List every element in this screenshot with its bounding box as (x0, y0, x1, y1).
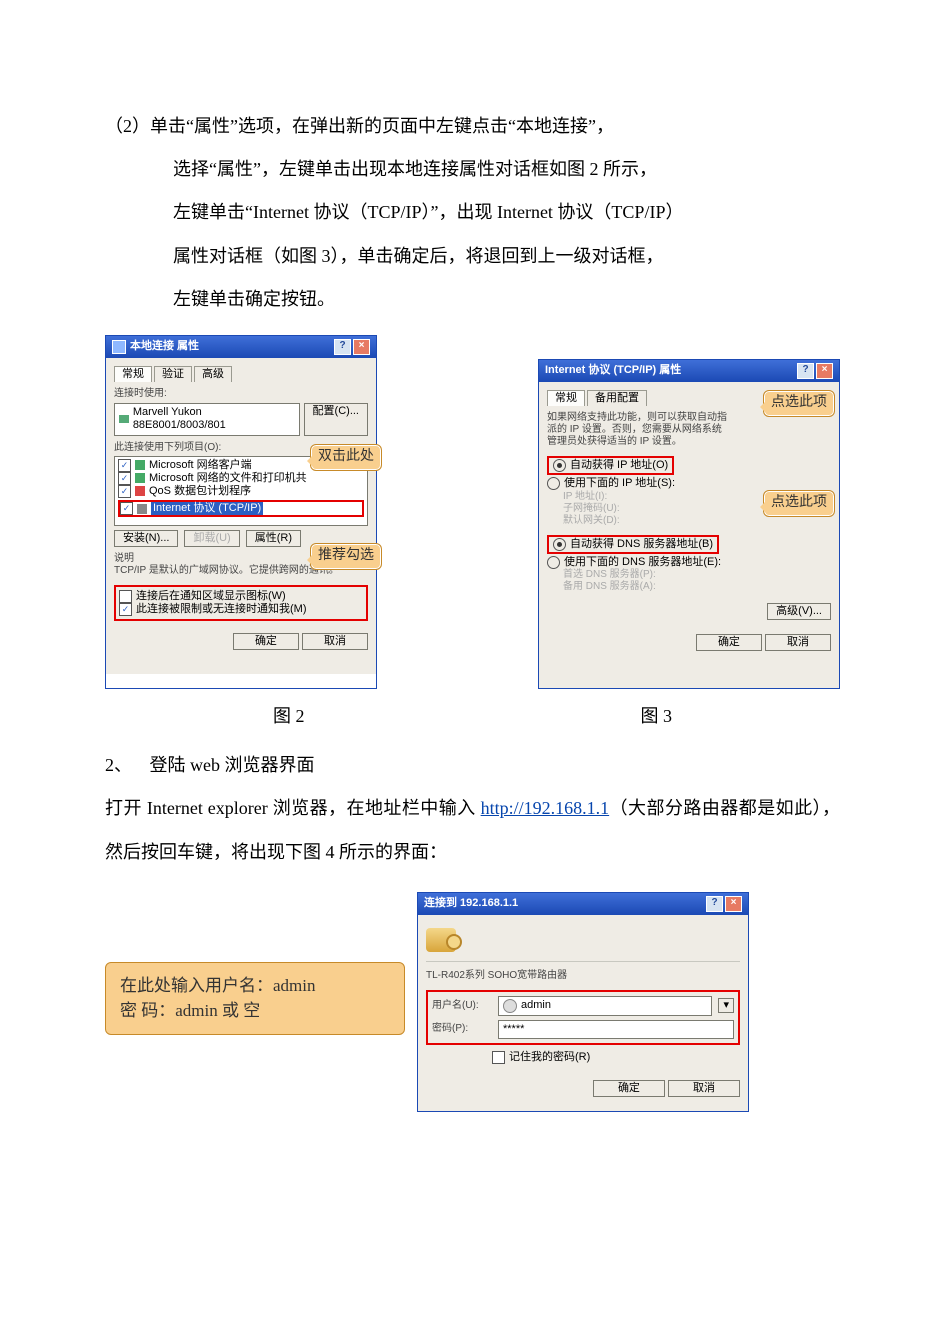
tab-alt[interactable]: 备用配置 (587, 390, 647, 406)
caption-fig2: 图 2 (273, 695, 305, 738)
adapter-field: Marvell Yukon 88E8001/8003/801 (114, 403, 300, 435)
callout-select-dns: 点选此项 (763, 490, 835, 517)
password-field[interactable]: ***** (498, 1020, 734, 1039)
notify-icon-checkbox[interactable]: 连接后在通知区域显示图标(W) (119, 590, 363, 603)
manual-ip-radio[interactable]: 使用下面的 IP 地址(S): (547, 477, 831, 490)
close-icon[interactable]: × (816, 363, 833, 379)
tab-general[interactable]: 常规 (114, 366, 152, 382)
fig3-desc: 如果网络支持此功能，则可以获取自动指派的 IP 设置。否则，您需要从网络系统管理… (547, 412, 727, 448)
section-2-paragraph: 打开 Internet explorer 浏览器，在地址栏中输入 http://… (105, 787, 840, 873)
network-icon (112, 340, 126, 354)
connect-using-label: 连接时使用: (114, 388, 368, 400)
manual-dns-radio[interactable]: 使用下面的 DNS 服务器地址(E): (547, 556, 831, 569)
router-url-link[interactable]: http://192.168.1.1 (481, 798, 610, 818)
configure-button[interactable]: 配置(C)... (304, 403, 368, 435)
figure-3-dialog: Internet 协议 (TCP/IP) 属性 ? × 常规 备用配置 如果网络… (538, 359, 840, 689)
username-label: 用户名(U): (432, 1000, 492, 1012)
adapter-icon (119, 415, 129, 423)
tab-general[interactable]: 常规 (547, 390, 585, 406)
tab-auth[interactable]: 验证 (154, 366, 192, 382)
close-icon[interactable]: × (725, 896, 742, 912)
user-icon (503, 999, 517, 1013)
login-credential-callout: 在此处输入用户名：admin 密 码：admin 或 空 (105, 962, 405, 1035)
properties-button[interactable]: 属性(R) (246, 530, 301, 547)
uninstall-button: 卸载(U) (184, 530, 239, 547)
fig2-titlebar: 本地连接 属性 ? × (106, 336, 376, 358)
help-icon[interactable]: ? (797, 363, 814, 379)
callout-select-ip: 点选此项 (763, 390, 835, 417)
instruction-step-2: （2）单击“属性”选项，在弹出新的页面中左键点击“本地连接”， 选择“属性”，左… (105, 105, 840, 321)
section-2-number: 2、 (105, 744, 145, 787)
tcpip-item[interactable]: Internet 协议 (TCP/IP) (151, 502, 263, 515)
product-label: TL-R402系列 SOHO宽带路由器 (426, 970, 740, 982)
install-button[interactable]: 安装(N)... (114, 530, 178, 547)
ok-button[interactable]: 确定 (696, 634, 762, 651)
user-dropdown-button[interactable]: ▾ (718, 998, 734, 1013)
step-number: （2） (105, 116, 150, 136)
username-field[interactable]: admin (498, 996, 712, 1016)
advanced-button[interactable]: 高级(V)... (767, 603, 831, 620)
auto-dns-radio[interactable]: 自动获得 DNS 服务器地址(B) (553, 538, 713, 551)
figure-4-dialog: 连接到 192.168.1.1 ? × TL-R402系列 SOHO宽带路由器 … (417, 892, 749, 1112)
section-2-title: 登陆 web 浏览器界面 (150, 755, 315, 775)
callout-recommend: 推荐勾选 (310, 543, 382, 570)
cancel-button[interactable]: 取消 (302, 633, 368, 650)
caption-fig3: 图 3 (641, 695, 673, 738)
fig3-titlebar: Internet 协议 (TCP/IP) 属性 ? × (539, 360, 839, 382)
auto-ip-radio[interactable]: 自动获得 IP 地址(O) (553, 459, 668, 472)
notify-limited-checkbox[interactable]: ✓此连接被限制或无连接时通知我(M) (119, 603, 363, 616)
callout-doubleclick: 双击此处 (310, 444, 382, 471)
help-icon[interactable]: ? (334, 339, 351, 355)
help-icon[interactable]: ? (706, 896, 723, 912)
ok-button[interactable]: 确定 (593, 1080, 665, 1097)
password-label: 密码(P): (432, 1023, 492, 1035)
cancel-button[interactable]: 取消 (668, 1080, 740, 1097)
keys-icon (426, 928, 456, 952)
tab-advanced[interactable]: 高级 (194, 366, 232, 382)
figure-2-dialog: 本地连接 属性 ? × 常规 验证 高级 连接时使用: Marvell Y (105, 335, 377, 689)
ok-button[interactable]: 确定 (233, 633, 299, 650)
fig4-titlebar: 连接到 192.168.1.1 ? × (418, 893, 748, 915)
cancel-button[interactable]: 取消 (765, 634, 831, 651)
remember-password-checkbox[interactable]: 记住我的密码(R) (492, 1051, 740, 1064)
close-icon[interactable]: × (353, 339, 370, 355)
